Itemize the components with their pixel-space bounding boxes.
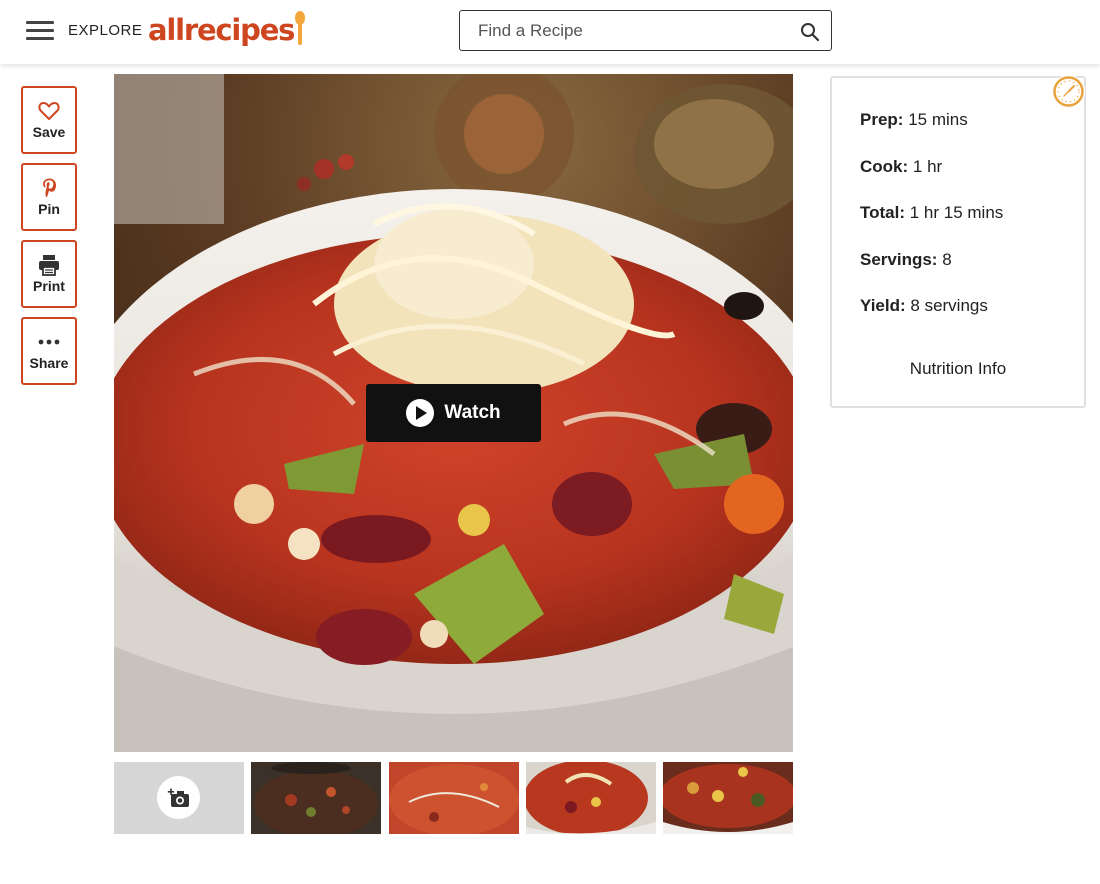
watch-label: Watch [444, 402, 501, 423]
yield: Yield: 8 servings [860, 296, 988, 316]
share-button[interactable]: Share [21, 317, 77, 385]
nutrition-info-link[interactable]: Nutrition Info [832, 359, 1084, 379]
add-photo-camera-icon [157, 776, 200, 819]
servings-value: 8 [942, 250, 952, 269]
watch-video-button[interactable]: Watch [366, 384, 541, 442]
save-label: Save [32, 124, 66, 140]
recipe-actions: Save Pin Print Share [21, 86, 77, 394]
save-button[interactable]: Save [21, 86, 77, 154]
clock-icon [1052, 75, 1085, 108]
add-photo-button[interactable] [114, 762, 244, 834]
yield-value: 8 servings [910, 296, 988, 315]
cook-label: Cook: [860, 157, 909, 176]
prep-label: Prep: [860, 110, 904, 129]
spoon-icon [295, 11, 306, 47]
recipe-info-card: Prep: 15 mins Cook: 1 hr Total: 1 hr 15 … [830, 76, 1086, 408]
more-dots-icon [38, 331, 60, 353]
allrecipes-logo[interactable]: allrecipes [148, 10, 306, 50]
total-value: 1 hr 15 mins [909, 203, 1004, 222]
share-label: Share [29, 355, 69, 371]
heart-icon [38, 100, 60, 122]
yield-label: Yield: [860, 296, 906, 315]
recipe-main-photo[interactable]: Watch [114, 74, 793, 752]
search-icon[interactable] [800, 22, 820, 42]
recipe-photo-thumbnail[interactable] [389, 762, 519, 834]
prep-value: 15 mins [908, 110, 968, 129]
print-label: Print [33, 278, 65, 294]
recipe-photo-thumbnail[interactable] [251, 762, 381, 834]
menu-icon[interactable] [26, 21, 54, 41]
pinterest-icon [38, 177, 60, 199]
search-input[interactable] [478, 19, 788, 43]
recipe-photo-thumbnail[interactable] [663, 762, 793, 834]
recipe-photo-thumbnail[interactable] [526, 762, 656, 834]
cook-time: Cook: 1 hr [860, 157, 942, 177]
pin-button[interactable]: Pin [21, 163, 77, 231]
site-header: EXPLORE allrecipes [0, 0, 1100, 64]
printer-icon [38, 254, 60, 276]
total-time: Total: 1 hr 15 mins [860, 203, 1003, 223]
servings: Servings: 8 [860, 250, 952, 270]
print-button[interactable]: Print [21, 240, 77, 308]
total-label: Total: [860, 203, 906, 222]
search-box [459, 10, 832, 51]
logo-text: allrecipes [148, 13, 295, 47]
prep-time: Prep: 15 mins [860, 110, 968, 130]
cook-value: 1 hr [912, 157, 943, 176]
pin-label: Pin [38, 201, 60, 217]
explore-link[interactable]: EXPLORE [68, 22, 142, 39]
photo-thumbnails [114, 762, 793, 834]
servings-label: Servings: [860, 250, 938, 269]
play-icon [406, 399, 435, 427]
